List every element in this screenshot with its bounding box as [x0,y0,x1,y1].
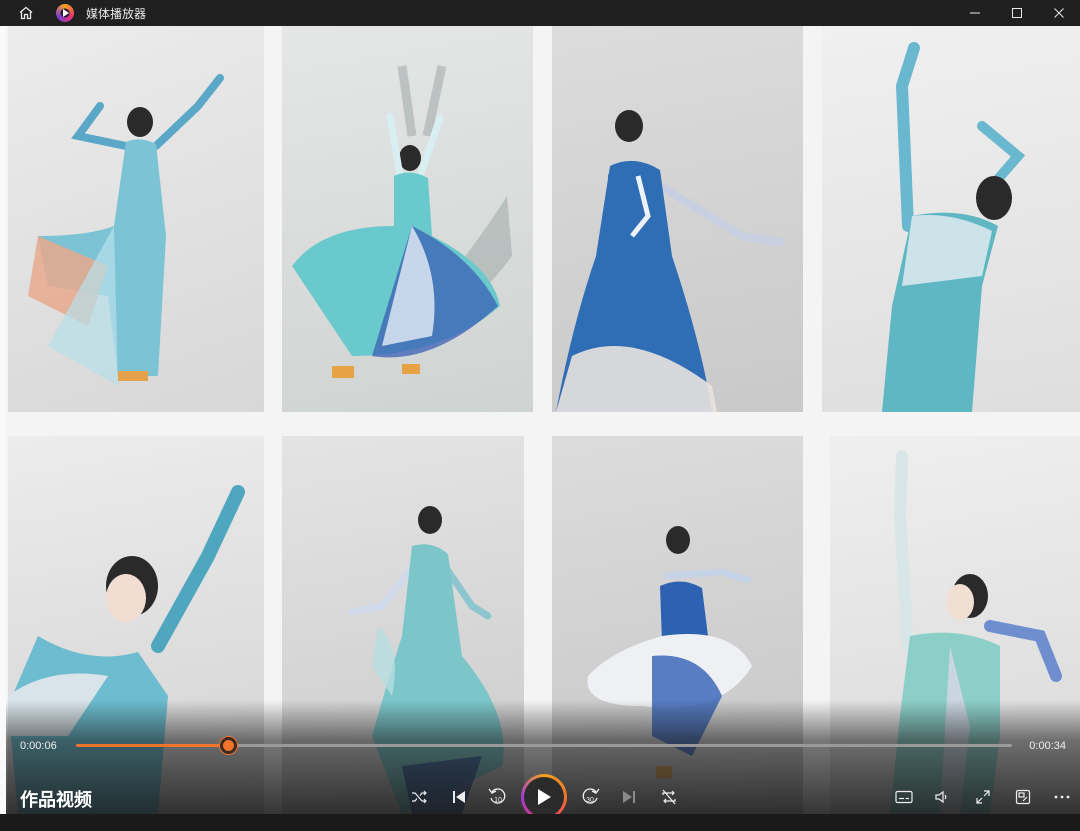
close-icon[interactable] [1038,0,1080,26]
seek-bar[interactable] [76,744,1012,747]
forward-label: 30 [586,797,594,804]
rewind-label: 10 [494,797,502,804]
subtitles-icon[interactable] [892,785,916,809]
seek-bar-progress [76,744,228,747]
current-time: 0:00:06 [20,740,57,752]
fullscreen-icon[interactable] [971,785,995,809]
media-player-logo [56,4,74,22]
volume-icon[interactable] [930,785,954,809]
window-title: 媒体播放器 [86,6,147,21]
photo-3 [552,26,803,412]
previous-icon[interactable] [447,785,471,809]
repeat-off-icon[interactable] [657,785,681,809]
shuffle-icon[interactable] [407,785,431,809]
seek-thumb[interactable] [219,737,237,754]
forward-30-icon[interactable]: 30 [578,785,602,809]
mini-player-icon[interactable] [1011,785,1035,809]
photo-4 [822,26,1080,412]
photo-1 [8,26,264,412]
next-icon[interactable] [617,785,641,809]
more-icon[interactable] [1050,785,1074,809]
rewind-10-icon[interactable]: 10 [486,785,510,809]
home-icon[interactable] [10,0,42,26]
photo-2 [282,26,533,412]
video-title: 作品视频 [20,790,92,810]
duration: 0:00:34 [1029,740,1066,752]
video-frame[interactable]: eight photos of a woman in a blue-white … [6,26,1080,814]
title-bar: 媒体播放器 [0,0,1080,26]
play-icon [538,789,551,805]
minimize-icon[interactable] [954,0,996,26]
video-description: eight photos of a woman in a blue-white … [6,26,7,27]
window-bottom-edge [0,814,1080,831]
maximize-icon[interactable] [996,0,1038,26]
